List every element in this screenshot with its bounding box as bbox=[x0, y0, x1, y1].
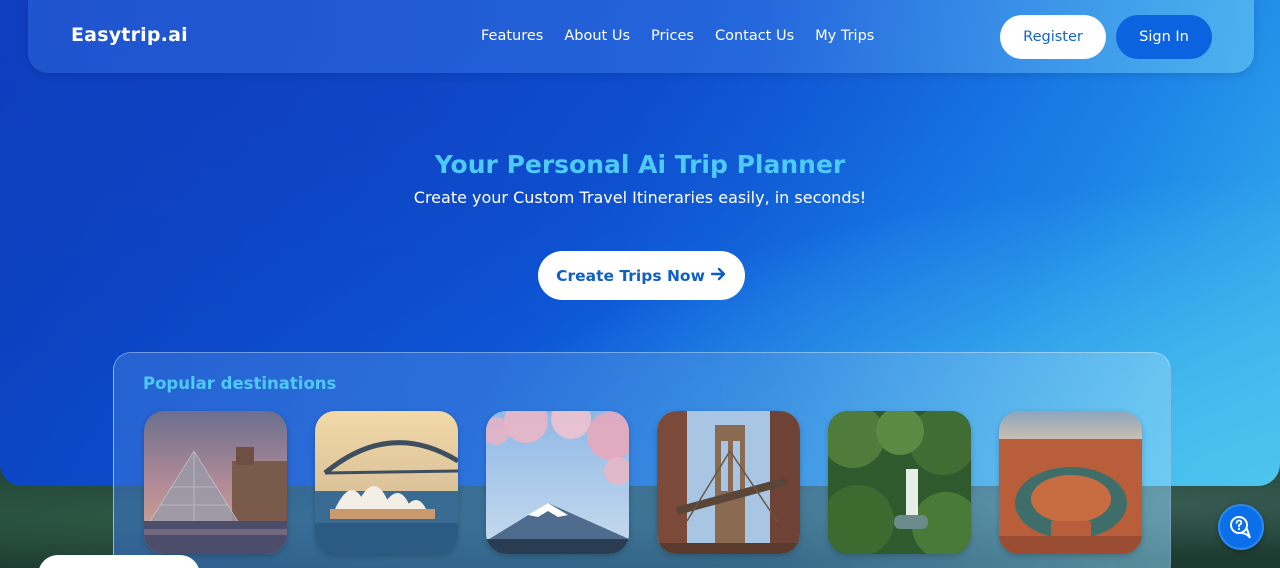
nav-link-features[interactable]: Features bbox=[481, 28, 543, 44]
partial-white-pill[interactable] bbox=[38, 555, 200, 568]
popular-destinations-heading: Popular destinations bbox=[143, 374, 337, 393]
mount-fuji-cherry-blossom-photo bbox=[486, 411, 629, 554]
create-trips-button[interactable]: Create Trips Now bbox=[538, 251, 745, 300]
register-button[interactable]: Register bbox=[1000, 15, 1106, 59]
hero-subtitle: Create your Custom Travel Itineraries ea… bbox=[413, 188, 867, 207]
destination-cards bbox=[144, 411, 1142, 554]
manhattan-bridge-photo bbox=[657, 411, 800, 554]
create-trips-label: Create Trips Now bbox=[556, 266, 705, 285]
top-navbar: Easytrip.ai Features About Us Prices Con… bbox=[28, 0, 1254, 73]
brand-logo[interactable]: Easytrip.ai bbox=[71, 24, 188, 46]
destination-card-louvre[interactable] bbox=[144, 411, 287, 554]
nav-links: Features About Us Prices Contact Us My T… bbox=[481, 28, 895, 44]
destination-card-fuji[interactable] bbox=[486, 411, 629, 554]
popular-destinations-panel: Popular destinations bbox=[113, 352, 1171, 568]
arrow-right-icon bbox=[710, 266, 727, 286]
destination-card-sydney[interactable] bbox=[315, 411, 458, 554]
sign-in-button[interactable]: Sign In bbox=[1116, 15, 1212, 59]
destination-card-horseshoe-bend[interactable] bbox=[999, 411, 1142, 554]
destination-card-waterfall[interactable] bbox=[828, 411, 971, 554]
nav-link-contact-us[interactable]: Contact Us bbox=[715, 28, 794, 44]
sydney-opera-house-photo bbox=[315, 411, 458, 554]
jungle-waterfall-photo bbox=[828, 411, 971, 554]
hero-title: Your Personal Ai Trip Planner bbox=[434, 150, 846, 179]
louvre-pyramid-photo bbox=[144, 411, 287, 554]
horseshoe-bend-photo bbox=[999, 411, 1142, 554]
chat-help-icon bbox=[1230, 516, 1251, 539]
nav-link-my-trips[interactable]: My Trips bbox=[815, 28, 874, 44]
help-chat-button[interactable] bbox=[1218, 504, 1264, 550]
destination-card-manhattan-bridge[interactable] bbox=[657, 411, 800, 554]
nav-link-about-us[interactable]: About Us bbox=[564, 28, 630, 44]
nav-link-prices[interactable]: Prices bbox=[651, 28, 694, 44]
